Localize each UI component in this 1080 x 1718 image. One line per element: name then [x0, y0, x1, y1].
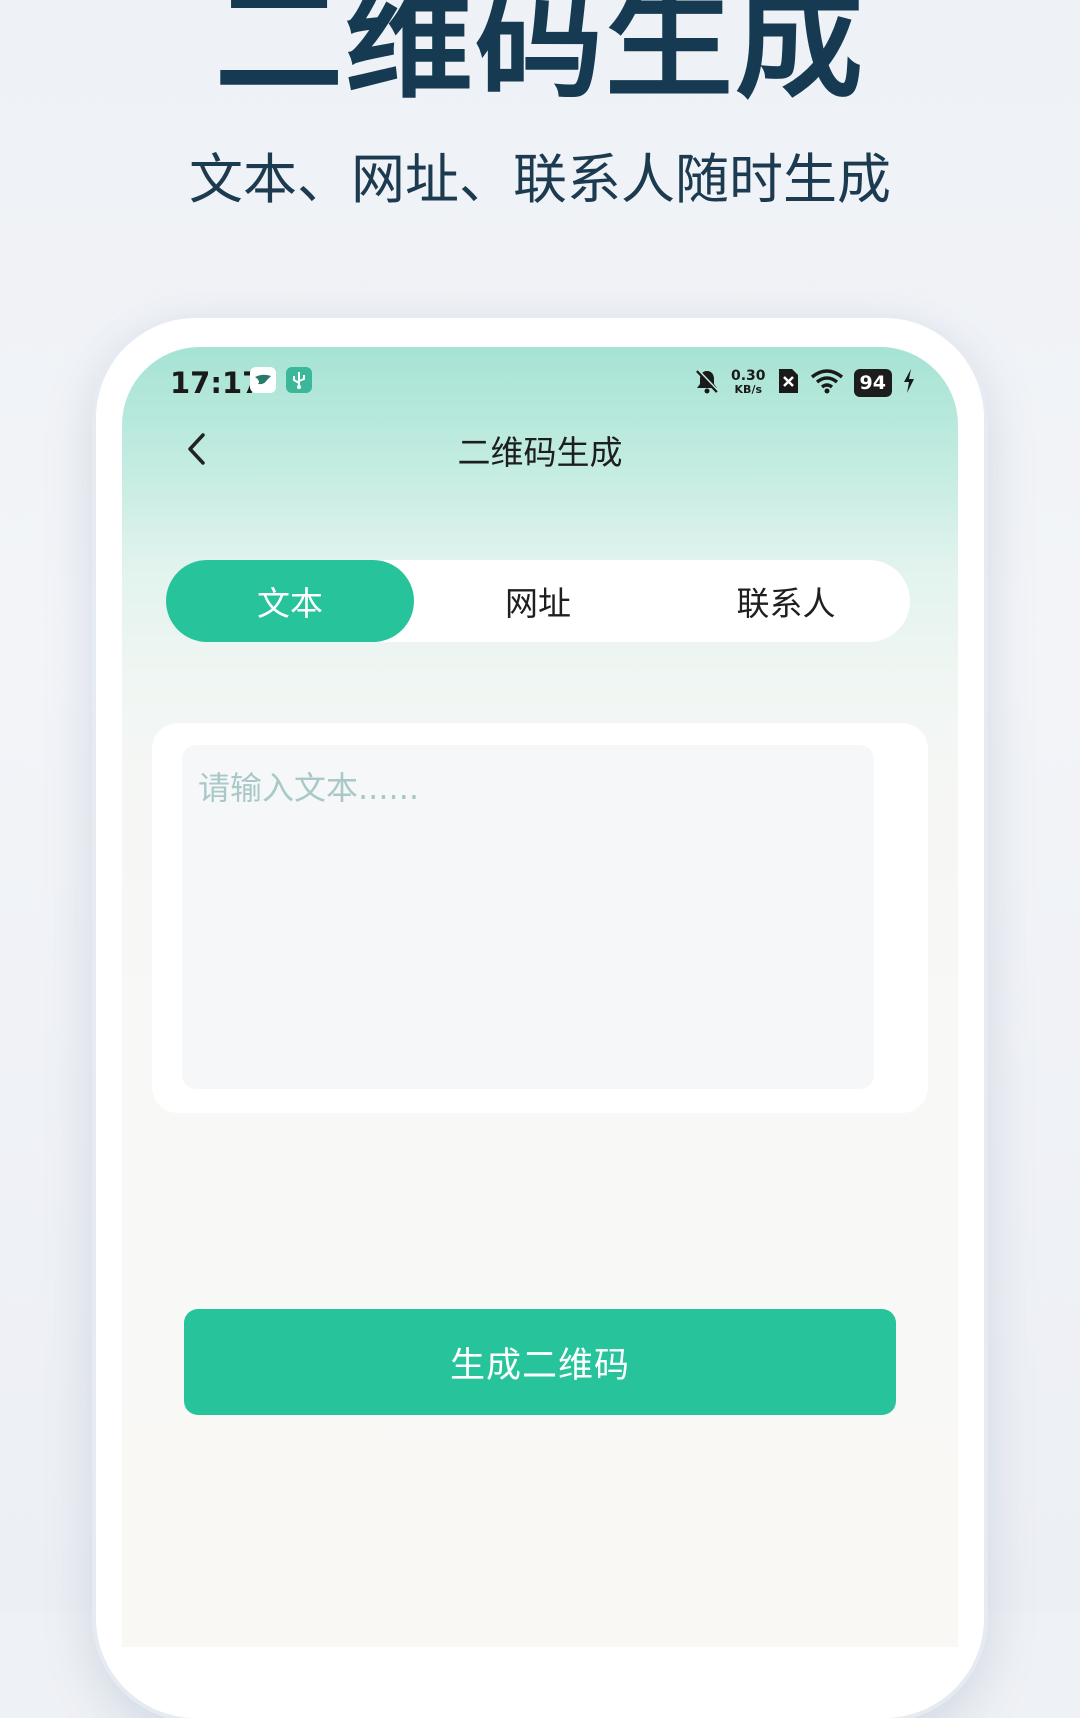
usb-icon [286, 367, 312, 393]
text-input[interactable] [182, 745, 874, 1089]
mute-bell-icon [693, 367, 721, 399]
promo-title: 二维码生成 [214, 0, 865, 116]
promo-subtitle: 文本、网址、联系人随时生成 [189, 148, 891, 211]
bird-app-icon [250, 367, 276, 393]
tab-text[interactable]: 文本 [166, 560, 414, 642]
phone-screen: 17:17 0.30 KB/s 94 二维码生成 文本 网址 联系人 请输入文本… [122, 347, 958, 1647]
input-card [152, 723, 928, 1113]
tab-contact[interactable]: 联系人 [662, 560, 910, 642]
nav-title: 二维码生成 [457, 433, 623, 472]
battery-indicator: 94 [853, 369, 892, 397]
net-speed: 0.30 KB/s [731, 368, 766, 396]
tab-url[interactable]: 网址 [414, 560, 662, 642]
net-speed-unit: KB/s [734, 383, 763, 396]
charging-icon [902, 368, 916, 398]
no-sim-icon [776, 367, 800, 399]
tab-bar: 文本 网址 联系人 [166, 560, 910, 642]
generate-qr-button[interactable]: 生成二维码 [184, 1309, 896, 1415]
wifi-icon [810, 367, 844, 399]
status-time: 17:17 [170, 366, 263, 400]
net-speed-value: 0.30 [731, 368, 766, 384]
